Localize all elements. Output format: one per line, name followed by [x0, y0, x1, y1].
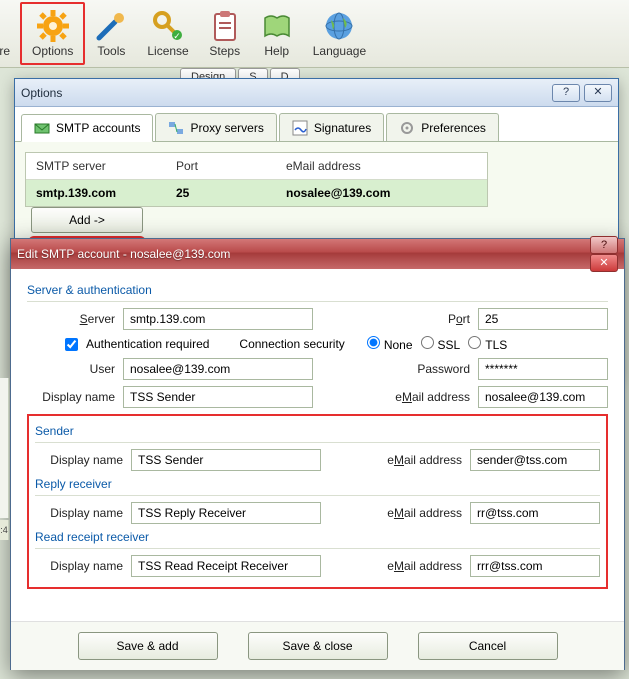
- tab-preferences[interactable]: Preferences: [386, 113, 499, 141]
- label-port: Port: [420, 312, 470, 326]
- rr-email-input[interactable]: [470, 555, 600, 577]
- section-reply: Reply receiver: [35, 477, 600, 491]
- toolbar-item-store[interactable]: ore: [0, 2, 20, 65]
- edit-smtp-dialog: Edit SMTP account - nosalee@139.com ? ✕ …: [10, 238, 625, 670]
- toolbar-label: Help: [264, 44, 289, 58]
- options-titlebar: Options ? ✕: [15, 79, 618, 107]
- add-button[interactable]: Add ->: [31, 207, 143, 233]
- save-close-button[interactable]: Save & close: [248, 632, 388, 660]
- col-header-server[interactable]: SMTP server: [26, 153, 166, 179]
- col-header-port[interactable]: Port: [166, 153, 276, 179]
- save-add-button[interactable]: Save & add: [78, 632, 218, 660]
- key-icon: ✓: [152, 10, 184, 42]
- label-display-name: Display name: [27, 390, 115, 404]
- cell-email: nosalee@139.com: [276, 180, 487, 206]
- radio-tls[interactable]: TLS: [468, 336, 507, 352]
- port-input[interactable]: [478, 308, 608, 330]
- rr-display-name-input[interactable]: [131, 555, 321, 577]
- label-display-name: Display name: [35, 559, 123, 573]
- toolbar-item-tools[interactable]: Tools: [85, 2, 137, 65]
- tools-icon: [95, 10, 127, 42]
- close-button[interactable]: ✕: [590, 254, 618, 272]
- close-button[interactable]: ✕: [584, 84, 612, 102]
- globe-icon: [323, 10, 355, 42]
- help-button[interactable]: ?: [552, 84, 580, 102]
- label-display-name: Display name: [35, 506, 123, 520]
- password-input[interactable]: [478, 358, 608, 380]
- tab-smtp-accounts[interactable]: SMTP accounts: [21, 114, 153, 142]
- auth-email-input[interactable]: [478, 386, 608, 408]
- tab-label: Proxy servers: [190, 121, 263, 135]
- options-title: Options: [21, 86, 552, 100]
- toolbar-item-language[interactable]: Language: [303, 2, 376, 65]
- tab-label: SMTP accounts: [56, 121, 140, 135]
- help-button[interactable]: ?: [590, 236, 618, 254]
- toolbar: ore Options Tools ✓ License Steps Help: [0, 0, 629, 68]
- label-user: User: [27, 362, 115, 376]
- label-server: Server: [27, 312, 115, 326]
- book-icon: [261, 10, 293, 42]
- sender-display-name-input[interactable]: [131, 449, 321, 471]
- reply-display-name-input[interactable]: [131, 502, 321, 524]
- auth-required-checkbox[interactable]: Authentication required: [65, 337, 209, 351]
- edit-dialog-titlebar: Edit SMTP account - nosalee@139.com ? ✕: [11, 239, 624, 269]
- tab-label: Signatures: [314, 121, 371, 135]
- proxy-icon: [168, 120, 184, 136]
- toolbar-item-help[interactable]: Help: [251, 2, 303, 65]
- store-icon: [0, 10, 10, 42]
- toolbar-item-license[interactable]: ✓ License: [137, 2, 198, 65]
- edit-dialog-title: Edit SMTP account - nosalee@139.com: [17, 247, 590, 261]
- smtp-table: SMTP server Port eMail address smtp.139.…: [25, 152, 488, 207]
- side-time-fragment: 0:42: [0, 520, 9, 540]
- toolbar-label: Language: [313, 44, 366, 58]
- label-conn-security: Connection security: [239, 337, 344, 351]
- tab-signatures[interactable]: Signatures: [279, 113, 384, 141]
- label-email: eMail address: [382, 506, 462, 520]
- gear-icon: [37, 10, 69, 42]
- section-sender: Sender: [35, 424, 600, 438]
- toolbar-label: Steps: [209, 44, 240, 58]
- tab-label: Preferences: [421, 121, 486, 135]
- label-password: Password: [390, 362, 470, 376]
- auth-display-name-input[interactable]: [123, 386, 313, 408]
- reply-email-input[interactable]: [470, 502, 600, 524]
- radio-none[interactable]: None: [367, 336, 413, 352]
- preferences-icon: [399, 120, 415, 136]
- toolbar-item-steps[interactable]: Steps: [199, 2, 251, 65]
- radio-ssl[interactable]: SSL: [421, 336, 461, 352]
- label-email: eMail address: [390, 390, 470, 404]
- server-input[interactable]: [123, 308, 313, 330]
- cell-port: 25: [166, 180, 276, 206]
- label-email: eMail address: [382, 559, 462, 573]
- toolbar-item-options[interactable]: Options: [20, 2, 85, 65]
- cell-server: smtp.139.com: [26, 180, 166, 206]
- section-server-auth: Server & authentication: [27, 283, 608, 297]
- col-header-email[interactable]: eMail address: [276, 153, 487, 179]
- auth-required-input[interactable]: [65, 338, 78, 351]
- toolbar-label: Tools: [97, 44, 125, 58]
- clipboard-icon: [209, 10, 241, 42]
- tab-proxy-servers[interactable]: Proxy servers: [155, 113, 276, 141]
- smtp-icon: [34, 120, 50, 136]
- options-tabstrip: SMTP accounts Proxy servers Signatures P…: [15, 107, 618, 142]
- toolbar-label: ore: [0, 44, 10, 58]
- side-panel-fragment: [0, 378, 9, 518]
- svg-text:✓: ✓: [173, 31, 181, 41]
- cancel-button[interactable]: Cancel: [418, 632, 558, 660]
- signature-icon: [292, 120, 308, 136]
- user-input[interactable]: [123, 358, 313, 380]
- toolbar-label: License: [147, 44, 188, 58]
- section-read-receipt: Read receipt receiver: [35, 530, 600, 544]
- table-row[interactable]: smtp.139.com 25 nosalee@139.com: [26, 180, 487, 206]
- highlighted-section: Sender Display name eMail address Reply …: [27, 414, 608, 589]
- label-email: eMail address: [382, 453, 462, 467]
- label-display-name: Display name: [35, 453, 123, 467]
- toolbar-label: Options: [32, 44, 73, 58]
- sender-email-input[interactable]: [470, 449, 600, 471]
